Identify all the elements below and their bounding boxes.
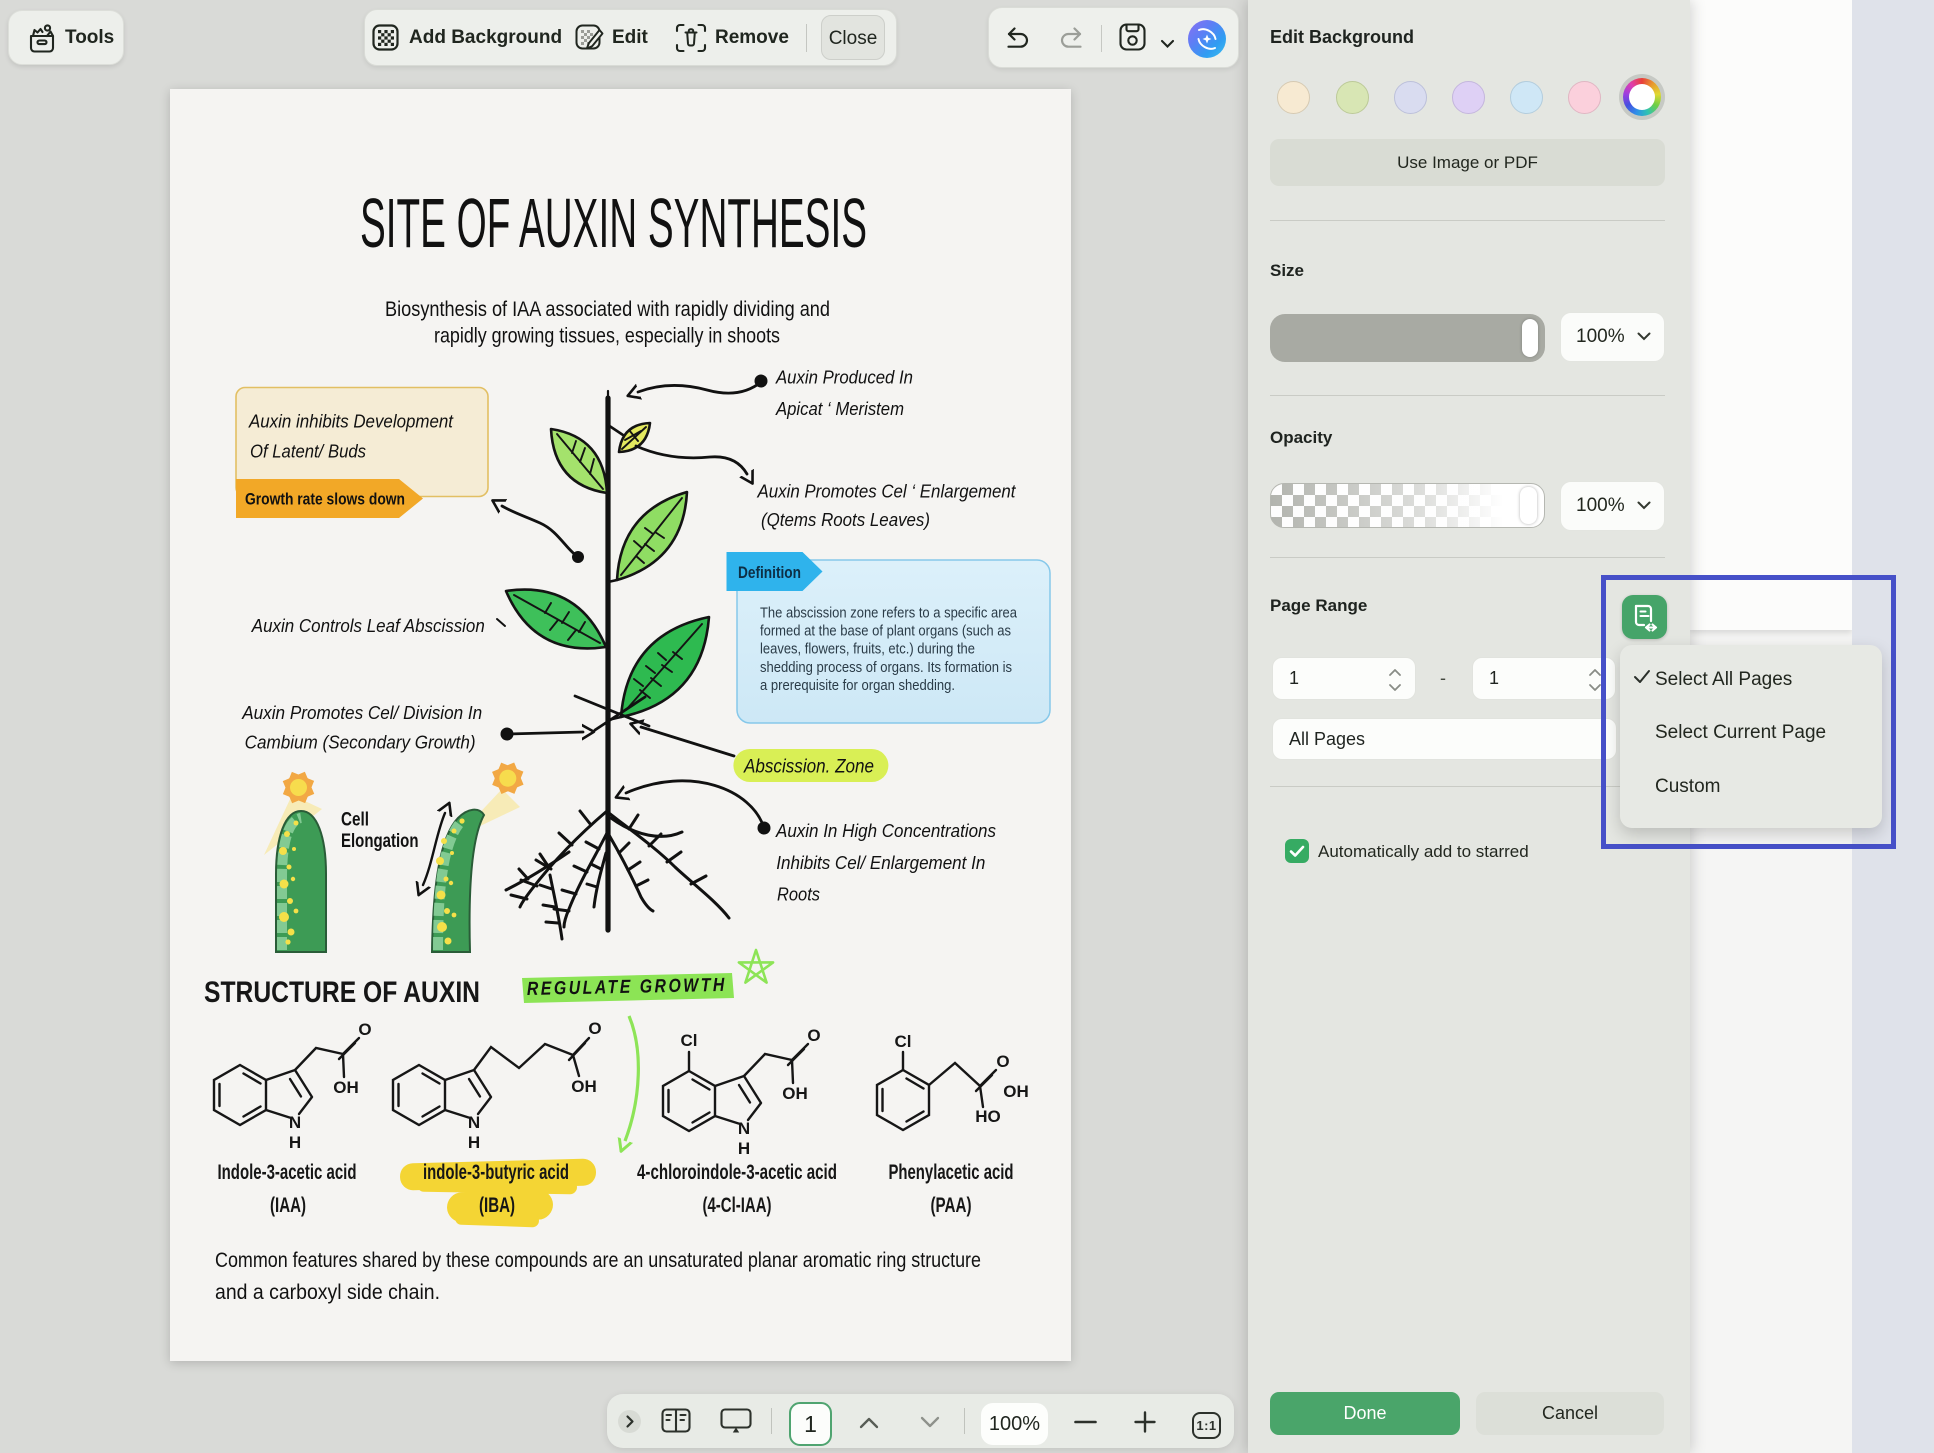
svg-text:(PAA): (PAA) [931, 1194, 972, 1217]
svg-text:OH: OH [782, 1084, 808, 1103]
svg-text:formed at the base of plant or: formed at the base of plant organs (such… [760, 623, 1011, 640]
svg-text:indole-3-butyric acid: indole-3-butyric acid [423, 1161, 569, 1184]
svg-text:Growth rate slows down: Growth rate slows down [245, 491, 405, 509]
svg-text:REGULATE GROWTH: REGULATE GROWTH [527, 975, 727, 1000]
svg-text:SITE OF AUXIN SYNTHESIS: SITE OF AUXIN SYNTHESIS [360, 184, 867, 262]
svg-text:Cell: Cell [341, 809, 369, 831]
svg-text:The abscission zone refers to: The abscission zone refers to a specific… [760, 605, 1017, 622]
svg-text:Auxin Promotes Cel/ Division I: Auxin Promotes Cel/ Division In [241, 703, 482, 723]
svg-text:Auxin Controls Leaf Abscission: Auxin Controls Leaf Abscission [251, 616, 485, 636]
svg-text:Inhibits Cel/ Enlargement In: Inhibits Cel/ Enlargement In [776, 853, 985, 873]
svg-text:rapidly growing tissues, espec: rapidly growing tissues, especially in s… [434, 324, 780, 348]
svg-text:Apicat ‘ Meristem: Apicat ‘ Meristem [775, 399, 904, 419]
svg-text:leaves, flowers, fruits, etc.): leaves, flowers, fruits, etc.) during th… [760, 641, 975, 658]
svg-text:O: O [996, 1052, 1009, 1071]
svg-text:OH: OH [333, 1078, 359, 1097]
svg-text:(4-Cl-IAA): (4-Cl-IAA) [703, 1194, 772, 1217]
svg-text:HO: HO [975, 1107, 1001, 1126]
svg-text:O: O [358, 1020, 371, 1039]
svg-text:Abscission. Zone: Abscission. Zone [743, 757, 874, 778]
svg-text:Elongation: Elongation [341, 830, 419, 852]
svg-text:Common features shared by thes: Common features shared by these compound… [215, 1248, 981, 1272]
svg-text:O: O [588, 1019, 601, 1038]
svg-text:Roots: Roots [777, 885, 820, 905]
svg-text:Auxin Produced In: Auxin Produced In [775, 368, 913, 388]
svg-text:(Qtems Roots Leaves): (Qtems Roots Leaves) [761, 510, 930, 530]
svg-text:Cl: Cl [681, 1031, 698, 1050]
svg-text:Auxin In High Concentrations: Auxin In High Concentrations [775, 821, 996, 841]
svg-text:(IBA): (IBA) [479, 1194, 515, 1217]
svg-text:shedding process of organs. It: shedding process of organs. Its formatio… [760, 659, 1012, 676]
svg-text:Of Latent/ Buds: Of Latent/ Buds [250, 441, 366, 462]
svg-text:and a carboxyl side chain.: and a carboxyl side chain. [215, 1280, 440, 1304]
svg-text:O: O [807, 1026, 820, 1045]
svg-text:OH: OH [571, 1077, 597, 1096]
svg-text:Cl: Cl [895, 1032, 912, 1051]
svg-text:Indole-3-acetic acid: Indole-3-acetic acid [218, 1161, 357, 1184]
svg-text:Auxin inhibits Development: Auxin inhibits Development [248, 411, 454, 432]
svg-text:STRUCTURE OF AUXIN: STRUCTURE OF AUXIN [204, 976, 480, 1009]
svg-text:Cambium (Secondary Growth): Cambium (Secondary Growth) [245, 732, 476, 752]
svg-text:Phenylacetic acid: Phenylacetic acid [889, 1161, 1014, 1184]
svg-text:Definition: Definition [738, 563, 801, 582]
svg-text:Biosynthesis of IAA associated: Biosynthesis of IAA associated with rapi… [385, 297, 830, 321]
svg-text:Auxin Promotes Cel ‘ Enlargeme: Auxin Promotes Cel ‘ Enlargement [757, 482, 1017, 502]
svg-text:(IAA): (IAA) [270, 1194, 306, 1217]
svg-text:OH: OH [1003, 1082, 1029, 1101]
svg-text:4-chloroindole-3-acetic acid: 4-chloroindole-3-acetic acid [637, 1161, 837, 1184]
svg-text:a prerequisite for organ shedd: a prerequisite for organ shedding. [760, 677, 955, 694]
